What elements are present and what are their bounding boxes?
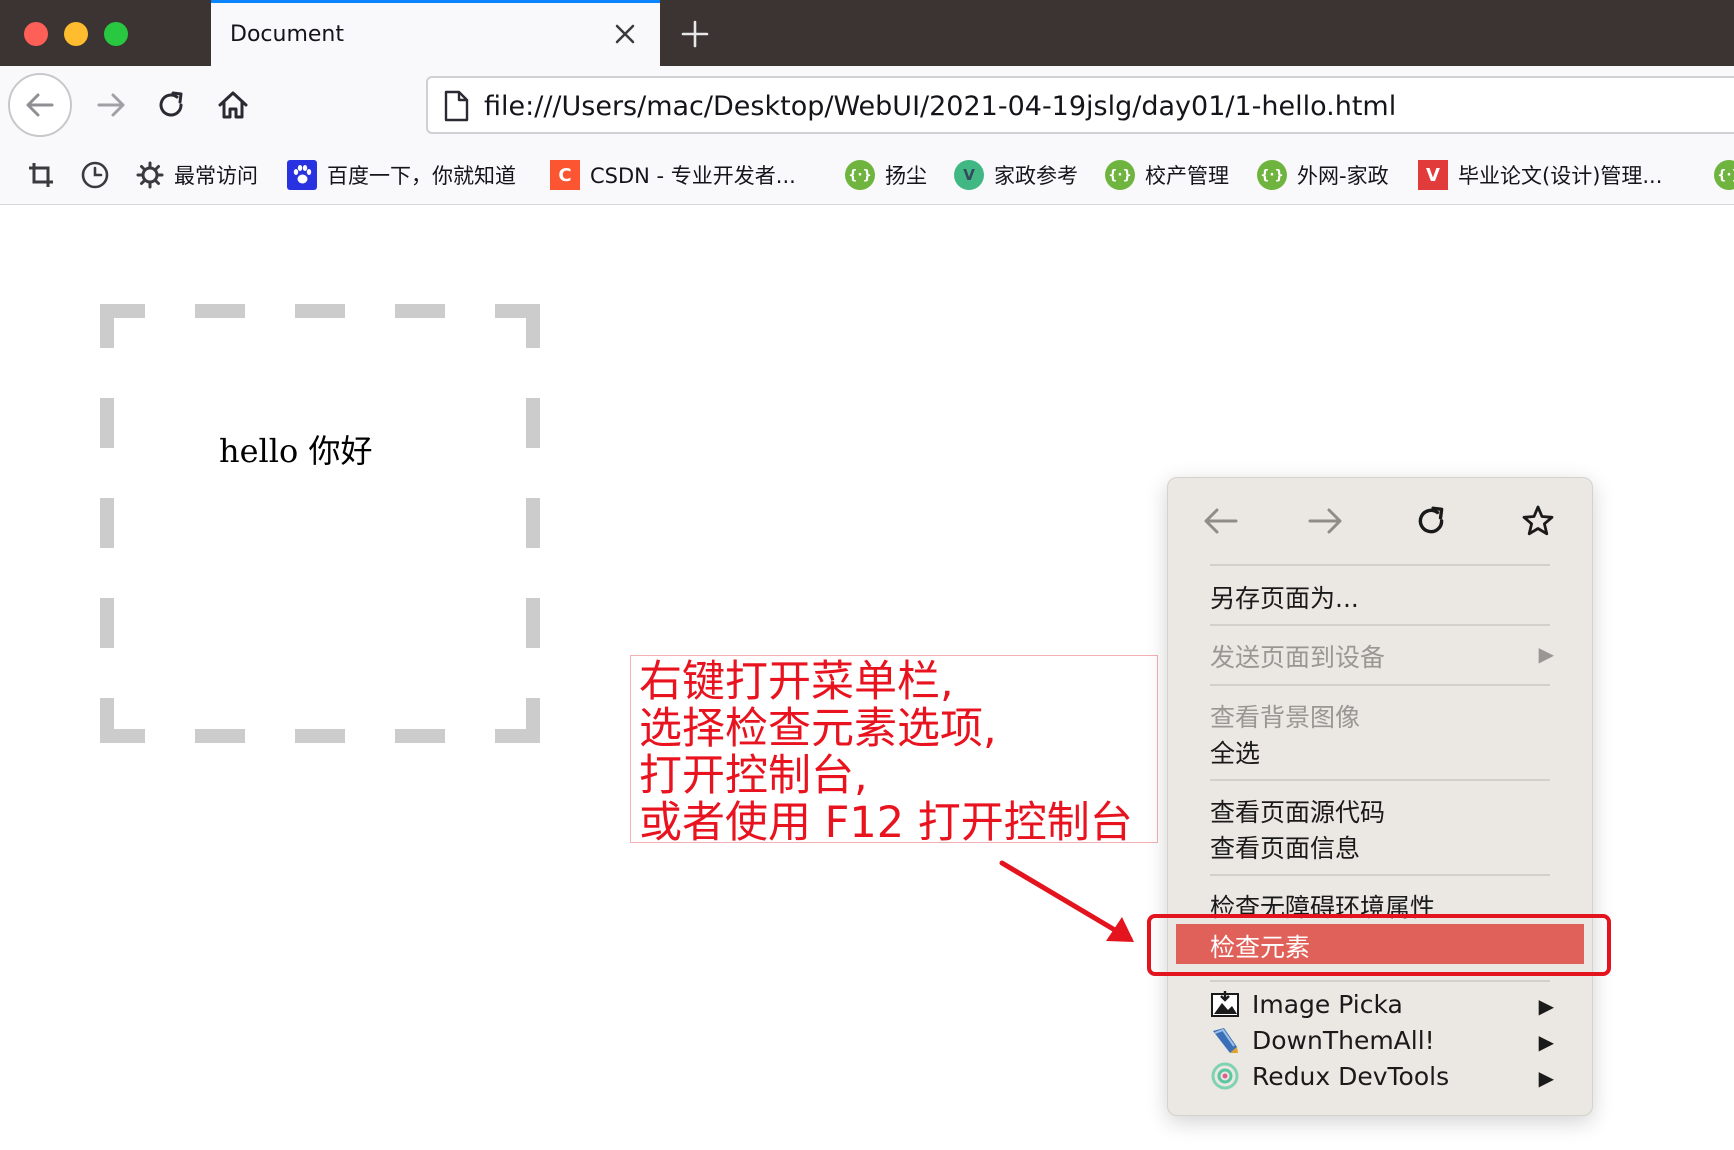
reload-button[interactable] bbox=[146, 80, 196, 130]
thesis-logo-icon: V bbox=[1418, 160, 1448, 190]
bookmarks-toolbar: 最常访问 百度一下，你就知道 C CSDN - 专业开发者... {·} 扬尘 … bbox=[0, 146, 1734, 205]
history-button[interactable] bbox=[78, 158, 112, 192]
home-button[interactable] bbox=[208, 80, 258, 130]
bracket-globe-icon: {·} bbox=[1257, 160, 1287, 190]
menu-separator bbox=[1210, 624, 1550, 626]
tab-close-button[interactable] bbox=[608, 17, 642, 51]
new-tab-button[interactable] bbox=[673, 12, 717, 56]
bookmark-xiaochan[interactable]: {·} 校产管理 bbox=[1105, 158, 1229, 192]
url-text: file:///Users/mac/Desktop/WebUI/2021-04-… bbox=[484, 91, 1397, 122]
menu-back-button[interactable] bbox=[1198, 498, 1244, 544]
submenu-arrow-icon: ▶ bbox=[1538, 994, 1554, 1018]
forward-button[interactable] bbox=[86, 80, 136, 130]
bookmark-csdn[interactable]: C CSDN - 专业开发者... bbox=[550, 158, 796, 192]
bookmark-label: 外网-家政 bbox=[1297, 164, 1389, 188]
bookmark-label: CSDN - 专业开发者... bbox=[590, 164, 796, 188]
menu-separator bbox=[1210, 779, 1550, 781]
active-tab[interactable]: Document bbox=[211, 0, 660, 66]
maximize-window-button[interactable] bbox=[104, 22, 128, 46]
tab-strip: Document bbox=[0, 0, 1734, 66]
minimize-window-button[interactable] bbox=[64, 22, 88, 46]
submenu-arrow-icon: ▶ bbox=[1538, 642, 1554, 666]
menu-item-redux-devtools[interactable]: Redux DevTools bbox=[1210, 1061, 1449, 1091]
clock-icon bbox=[81, 161, 109, 189]
bookmark-waiwang[interactable]: {·} 外网-家政 bbox=[1257, 158, 1389, 192]
annotation-line: 或者使用 F12 打开控制台 bbox=[639, 798, 1133, 848]
bookmark-label: 百度一下，你就知道 bbox=[327, 164, 516, 188]
plus-icon bbox=[681, 20, 709, 48]
page-icon bbox=[444, 90, 469, 122]
close-icon bbox=[615, 24, 635, 44]
menu-bookmark-button[interactable] bbox=[1515, 498, 1561, 544]
csdn-c-icon: C bbox=[550, 160, 580, 190]
menu-reload-button[interactable] bbox=[1408, 498, 1454, 544]
bookmark-label: 最常访问 bbox=[174, 164, 258, 188]
menu-separator bbox=[1210, 980, 1550, 982]
bookmark-yangchen[interactable]: {·} 扬尘 bbox=[845, 158, 927, 192]
image-picka-icon bbox=[1210, 989, 1240, 1019]
arrow-right-icon bbox=[1308, 508, 1342, 534]
bookmark-jiazheng-ref[interactable]: V 家政参考 bbox=[954, 158, 1078, 192]
annotation-line: 右键打开菜单栏, bbox=[639, 657, 954, 707]
menu-item-save-as[interactable]: 另存页面为... bbox=[1210, 579, 1359, 615]
bookmark-overflow[interactable]: {·} bbox=[1714, 158, 1734, 192]
menu-item-view-info[interactable]: 查看页面信息 bbox=[1210, 829, 1360, 865]
star-icon bbox=[1522, 505, 1554, 536]
bookmark-label: 扬尘 bbox=[885, 164, 927, 188]
tab-title: Document bbox=[230, 22, 344, 47]
annotation-line: 选择检查元素选项, bbox=[639, 704, 997, 754]
close-window-button[interactable] bbox=[24, 22, 48, 46]
bracket-globe-icon: {·} bbox=[1714, 160, 1734, 190]
menu-item-downthemall[interactable]: DownThemAll! bbox=[1210, 1025, 1435, 1055]
menu-item-view-background[interactable]: 查看背景图像 bbox=[1210, 698, 1360, 734]
baidu-paw-icon bbox=[287, 160, 317, 190]
address-bar[interactable]: file:///Users/mac/Desktop/WebUI/2021-04-… bbox=[426, 76, 1734, 134]
annotation-arrow-icon bbox=[999, 860, 1134, 942]
submenu-arrow-icon: ▶ bbox=[1538, 1066, 1554, 1090]
bookmark-baidu[interactable]: 百度一下，你就知道 bbox=[287, 158, 516, 192]
bookmark-label: 毕业论文(设计)管理... bbox=[1458, 164, 1663, 188]
menu-item-select-all[interactable]: 全选 bbox=[1210, 734, 1260, 770]
crop-icon bbox=[29, 163, 53, 187]
annotation-note: 右键打开菜单栏, 选择检查元素选项, 打开控制台, 或者使用 F12 打开控制台 bbox=[630, 655, 1158, 847]
bookmark-label: 校产管理 bbox=[1145, 164, 1229, 188]
bracket-globe-icon: {·} bbox=[1105, 160, 1135, 190]
submenu-arrow-icon: ▶ bbox=[1538, 1030, 1554, 1054]
bookmark-thesis[interactable]: V 毕业论文(设计)管理... bbox=[1418, 158, 1662, 192]
menu-item-send-to-device[interactable]: 发送页面到设备 bbox=[1210, 638, 1385, 674]
highlight-outline bbox=[1147, 914, 1611, 976]
menu-separator bbox=[1210, 874, 1550, 876]
screenshot-button[interactable] bbox=[24, 158, 58, 192]
menu-item-view-source[interactable]: 查看页面源代码 bbox=[1210, 793, 1385, 829]
bookmark-most-visited[interactable]: 最常访问 bbox=[136, 158, 258, 192]
menu-item-label: Image Picka bbox=[1252, 989, 1403, 1019]
context-menu: 另存页面为... 发送页面到设备 ▶ 查看背景图像 全选 查看页面源代码 查看页… bbox=[1167, 477, 1593, 1116]
home-icon bbox=[218, 91, 248, 119]
gear-icon bbox=[136, 161, 164, 189]
annotation-line: 打开控制台, bbox=[639, 751, 868, 801]
menu-forward-button[interactable] bbox=[1302, 498, 1348, 544]
arrow-left-icon bbox=[1204, 508, 1238, 534]
hello-text: hello 你好 bbox=[219, 432, 373, 470]
menu-separator bbox=[1210, 684, 1550, 686]
menu-item-label: DownThemAll! bbox=[1252, 1025, 1435, 1055]
navigation-toolbar: file:///Users/mac/Desktop/WebUI/2021-04-… bbox=[0, 66, 1734, 146]
bracket-globe-icon: {·} bbox=[845, 160, 875, 190]
vue-v-icon: V bbox=[954, 160, 984, 190]
reload-icon bbox=[1418, 506, 1444, 534]
back-button[interactable] bbox=[8, 73, 72, 137]
downthemall-icon bbox=[1210, 1025, 1240, 1055]
menu-item-image-picka[interactable]: Image Picka bbox=[1210, 989, 1403, 1019]
menu-item-label: Redux DevTools bbox=[1252, 1061, 1450, 1091]
arrow-right-icon bbox=[97, 93, 125, 117]
bookmark-label: 家政参考 bbox=[994, 164, 1078, 188]
reload-icon bbox=[159, 91, 183, 117]
redux-devtools-icon bbox=[1210, 1061, 1240, 1091]
menu-separator bbox=[1210, 564, 1550, 566]
arrow-left-icon bbox=[26, 93, 54, 117]
